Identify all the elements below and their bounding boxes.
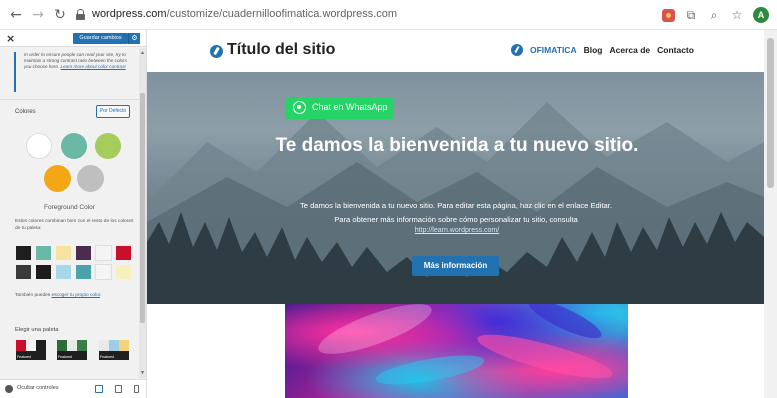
site-header: Título del sitio OFIMATICA Blog Acerca d… — [147, 30, 764, 72]
hero-cover: Chat en WhatsApp Te damos la bienvenida … — [147, 72, 764, 304]
site-menu: OFIMATICA Blog Acerca de Contacto — [530, 45, 694, 55]
site-preview: Título del sitio OFIMATICA Blog Acerca d… — [147, 30, 777, 398]
palette-section-label: Elegir una paleta — [15, 327, 59, 333]
color-swatch-background[interactable] — [27, 134, 51, 158]
suggested-color[interactable] — [96, 246, 111, 260]
suggested-color[interactable] — [56, 265, 71, 279]
contrast-notice: In order to ensure people can read your … — [14, 52, 132, 92]
menu-item-ofimatica[interactable]: OFIMATICA — [530, 45, 577, 55]
profile-avatar[interactable]: A — [753, 7, 769, 23]
suggested-color[interactable] — [56, 246, 71, 260]
extension-icon[interactable] — [662, 8, 675, 22]
learn-wordpress-link[interactable]: http://learn.wordpress.com/ — [397, 227, 517, 234]
menu-item-about[interactable]: Acerca de — [609, 45, 650, 55]
foreground-color-label: Foreground Color — [44, 204, 95, 211]
customizer-header: × Guardar cambios ⚙ — [0, 30, 146, 47]
suggested-color[interactable] — [116, 265, 131, 279]
reset-default-button[interactable]: Por Defecto — [96, 105, 130, 118]
customizer-sidebar: × Guardar cambios ⚙ In order to ensure p… — [0, 30, 147, 398]
colors-section-label: Colores — [15, 109, 36, 115]
customizer-footer: Ocultar controles — [0, 379, 146, 398]
tablet-preview-icon[interactable] — [115, 385, 122, 393]
preview-scrollbar-thumb[interactable] — [767, 38, 774, 188]
palette-option[interactable]: Featured — [99, 340, 129, 360]
palette-option[interactable]: Featured — [57, 340, 87, 360]
whatsapp-label: Chat en WhatsApp — [312, 102, 388, 112]
whatsapp-chat-button[interactable]: Chat en WhatsApp — [285, 97, 394, 119]
suggested-color[interactable] — [96, 265, 111, 279]
translate-icon[interactable]: ⧉ — [684, 8, 698, 22]
palette-option[interactable]: Featured — [16, 340, 46, 360]
color-swatch-primary[interactable] — [61, 133, 87, 159]
reload-icon[interactable]: ↻ — [52, 7, 68, 23]
divider — [0, 99, 139, 100]
suggested-color[interactable] — [76, 265, 91, 279]
scroll-up-icon[interactable]: ▲ — [140, 50, 145, 56]
lock-icon — [76, 9, 85, 20]
suggested-color[interactable] — [16, 265, 31, 279]
menu-item-contact[interactable]: Contacto — [657, 45, 694, 55]
suggested-color[interactable] — [36, 246, 51, 260]
choose-own-color-link[interactable]: escoger tu propio color — [52, 293, 101, 298]
whatsapp-icon — [293, 101, 306, 114]
hide-controls-button[interactable]: Ocultar controles — [17, 385, 59, 391]
color-swatch-secondary[interactable] — [95, 133, 121, 159]
scrollbar-thumb[interactable] — [140, 93, 145, 323]
colors-description: Estos colores combinan bien con el resto… — [15, 219, 134, 231]
suggested-color[interactable] — [16, 246, 31, 260]
sidebar-scrollbar[interactable]: ▲ ▼ — [139, 48, 146, 378]
hero-title: Te damos la bienvenida a tu nuevo sitio. — [275, 135, 639, 156]
suggested-color[interactable] — [116, 246, 131, 260]
hide-controls-icon[interactable] — [5, 385, 13, 393]
save-changes-button[interactable]: Guardar cambios — [73, 33, 128, 44]
abstract-art-image — [285, 304, 628, 398]
more-info-button[interactable]: Más información — [412, 256, 499, 276]
url-text: wordpress.com/customize/cuadernilloofima… — [92, 8, 398, 20]
forward-icon[interactable]: → — [30, 7, 46, 23]
suggested-color[interactable] — [36, 265, 51, 279]
preview-scrollbar[interactable] — [764, 30, 777, 398]
color-swatch-accent[interactable] — [44, 165, 71, 192]
zoom-icon[interactable]: ⌕ — [707, 8, 721, 22]
mobile-preview-icon[interactable] — [134, 385, 139, 393]
edit-shortcut-icon[interactable] — [210, 45, 223, 58]
suggested-color[interactable] — [76, 246, 91, 260]
color-swatch-foreground[interactable] — [77, 165, 104, 192]
star-icon[interactable]: ☆ — [730, 8, 744, 22]
site-title[interactable]: Título del sitio — [227, 41, 335, 59]
back-icon[interactable]: ← — [8, 7, 24, 23]
hero-text: Te damos la bienvenida a tu nuevo sitio.… — [300, 201, 612, 224]
contrast-learn-more-link[interactable]: Learn more about color contrast — [61, 64, 126, 69]
edit-menu-icon[interactable] — [511, 44, 523, 56]
menu-item-blog[interactable]: Blog — [584, 45, 603, 55]
browser-toolbar: ← → ↻ wordpress.com/customize/cuadernill… — [0, 0, 777, 30]
desktop-preview-icon[interactable] — [95, 385, 103, 393]
gear-icon[interactable]: ⚙ — [128, 33, 140, 44]
own-color-text: También puedes escoger tu propio color. — [15, 293, 102, 298]
close-icon[interactable]: × — [6, 32, 15, 45]
scroll-down-icon[interactable]: ▼ — [140, 370, 145, 376]
